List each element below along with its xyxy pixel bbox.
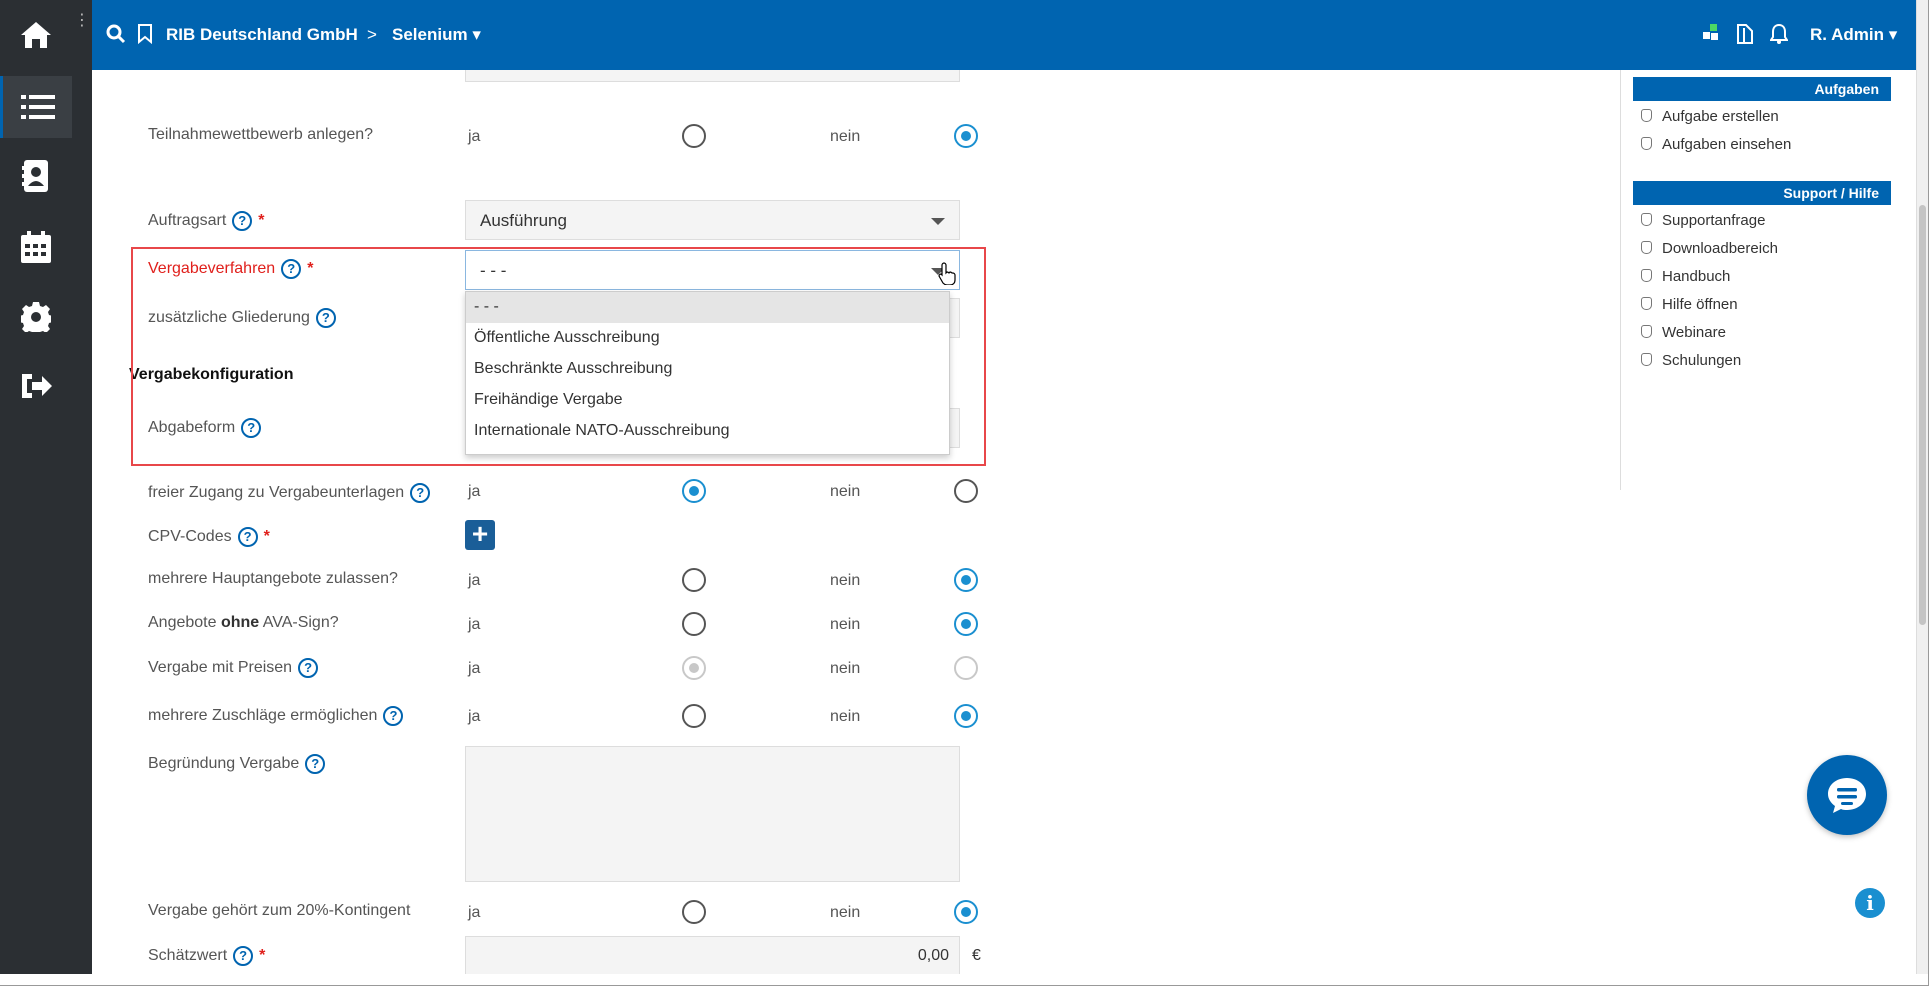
zuschlaege-label: mehrere Zuschläge ermöglichen? <box>148 706 404 726</box>
main-sidebar: ⋮ <box>0 0 92 974</box>
support-link[interactable]: Hilfe öffnen <box>1641 296 1738 313</box>
preise-label: Vergabe mit Preisen? <box>148 658 319 678</box>
page-scrollbar[interactable] <box>1916 0 1928 974</box>
task-link-view[interactable]: Aufgaben einsehen <box>1641 136 1791 153</box>
support-link[interactable]: Webinare <box>1641 324 1726 341</box>
list-icon[interactable] <box>0 76 72 138</box>
app-window: ⋮ RIB Deutschland GmbH > Selenium ▾ R. A… <box>0 0 1929 986</box>
auftragsart-select[interactable]: Ausführung <box>465 200 960 240</box>
help-icon[interactable]: ? <box>298 658 319 678</box>
support-link[interactable]: Downloadbereich <box>1641 240 1778 257</box>
right-panel: Aufgaben Aufgabe erstellen Aufgaben eins… <box>1620 70 1920 490</box>
mouse-icon <box>1641 297 1652 310</box>
teilnahme-label: Teilnahmewettbewerb anlegen? <box>148 126 374 143</box>
avasign-yes-radio[interactable] <box>682 612 706 636</box>
hauptangebote-no-label: nein <box>830 572 861 589</box>
chat-bubble-icon <box>1828 778 1866 813</box>
breadcrumb-separator: > <box>367 25 377 44</box>
info-icon[interactable]: i <box>1855 888 1885 918</box>
hauptangebote-label: mehrere Hauptangebote zulassen? <box>148 570 398 587</box>
preise-no-label: nein <box>830 660 861 677</box>
mouse-icon <box>1641 269 1652 282</box>
zugang-no-radio[interactable] <box>954 479 978 503</box>
kontingent-no-radio[interactable] <box>954 900 978 924</box>
mouse-icon <box>1641 213 1652 226</box>
notification-bell-icon[interactable] <box>1769 23 1789 49</box>
hauptangebote-yes-radio[interactable] <box>682 568 706 592</box>
mouse-icon <box>1641 109 1652 122</box>
kontingent-label: Vergabe gehört zum 20%-Kontingent <box>148 902 411 919</box>
chevron-down-icon <box>931 218 945 225</box>
apps-icon[interactable] <box>1702 24 1720 47</box>
help-icon[interactable]: ? <box>232 211 253 231</box>
zuschlaege-yes-radio[interactable] <box>682 704 706 728</box>
avasign-label: Angebote ohne AVA-Sign? <box>148 614 339 631</box>
mouse-icon <box>1641 325 1652 338</box>
document-flow-icon[interactable] <box>1736 24 1754 49</box>
teilnahme-yes-label: ja <box>468 128 481 145</box>
zuschlaege-no-radio[interactable] <box>954 704 978 728</box>
add-cpv-button[interactable]: + <box>465 520 495 550</box>
top-header: RIB Deutschland GmbH > Selenium ▾ R. Adm… <box>92 0 1916 70</box>
zuschlaege-no-label: nein <box>830 708 861 725</box>
begruendung-textarea[interactable] <box>465 746 960 882</box>
zugang-yes-label: ja <box>468 483 481 500</box>
help-icon[interactable]: ? <box>233 946 254 966</box>
teilnahme-no-label: nein <box>830 128 861 145</box>
zugang-yes-radio[interactable] <box>682 479 706 503</box>
zuschlaege-yes-label: ja <box>468 708 481 725</box>
top-partial-field[interactable] <box>465 70 960 82</box>
kontingent-no-label: nein <box>830 904 861 921</box>
cpv-label: CPV-Codes? * <box>148 527 270 547</box>
help-icon[interactable]: ? <box>237 527 258 547</box>
chat-button[interactable] <box>1807 755 1887 835</box>
avasign-no-radio[interactable] <box>954 612 978 636</box>
highlight-frame <box>131 247 986 466</box>
avasign-no-label: nein <box>830 616 861 633</box>
mouse-icon <box>1641 137 1652 150</box>
preise-yes-label: ja <box>468 660 481 677</box>
support-link[interactable]: Schulungen <box>1641 352 1741 369</box>
user-menu[interactable]: R. Admin ▾ <box>1810 25 1897 45</box>
kontingent-yes-radio[interactable] <box>682 900 706 924</box>
calendar-icon[interactable] <box>0 216 72 278</box>
hauptangebote-yes-label: ja <box>468 572 481 589</box>
support-link[interactable]: Handbuch <box>1641 268 1730 285</box>
contacts-icon[interactable] <box>0 145 72 207</box>
home-icon[interactable] <box>0 4 72 66</box>
mouse-icon <box>1641 353 1652 366</box>
support-header: Support / Hilfe <box>1633 181 1891 205</box>
preise-no-radio[interactable] <box>954 656 978 680</box>
breadcrumb-company[interactable]: RIB Deutschland GmbH <box>166 25 358 45</box>
sidebar-expand-handle[interactable]: ⋮ <box>72 0 92 68</box>
bookmark-icon[interactable] <box>138 24 152 49</box>
avasign-yes-label: ja <box>468 616 481 633</box>
begruendung-label: Begründung Vergabe? <box>148 754 326 774</box>
form-area: Teilnahmewettbewerb anlegen? ja nein Auf… <box>92 70 1617 974</box>
hand-cursor-icon <box>938 261 956 290</box>
mouse-icon <box>1641 241 1652 254</box>
schaetzwert-input[interactable]: 0,00 <box>465 936 960 974</box>
breadcrumb-project[interactable]: Selenium ▾ <box>392 25 481 45</box>
auftragsart-label: Auftragsart? * <box>148 211 265 231</box>
zugang-no-label: nein <box>830 483 861 500</box>
settings-icon[interactable] <box>0 286 72 348</box>
tasks-header: Aufgaben <box>1633 77 1891 101</box>
teilnahme-no-radio[interactable] <box>954 124 978 148</box>
logout-icon[interactable] <box>0 355 72 417</box>
hauptangebote-no-radio[interactable] <box>954 568 978 592</box>
kontingent-yes-label: ja <box>468 904 481 921</box>
zugang-label: freier Zugang zu Vergabeunterlagen? <box>148 483 431 503</box>
support-link[interactable]: Supportanfrage <box>1641 212 1765 229</box>
help-icon[interactable]: ? <box>383 706 404 726</box>
schaetzwert-label: Schätzwert? * <box>148 946 266 966</box>
teilnahme-yes-radio[interactable] <box>682 124 706 148</box>
task-link-create[interactable]: Aufgabe erstellen <box>1641 108 1779 125</box>
currency-label: € <box>972 947 981 964</box>
scrollbar-thumb[interactable] <box>1919 205 1926 625</box>
help-icon[interactable]: ? <box>305 754 326 774</box>
help-icon[interactable]: ? <box>410 483 431 503</box>
search-icon[interactable] <box>106 24 126 49</box>
preise-yes-radio[interactable] <box>682 656 706 680</box>
